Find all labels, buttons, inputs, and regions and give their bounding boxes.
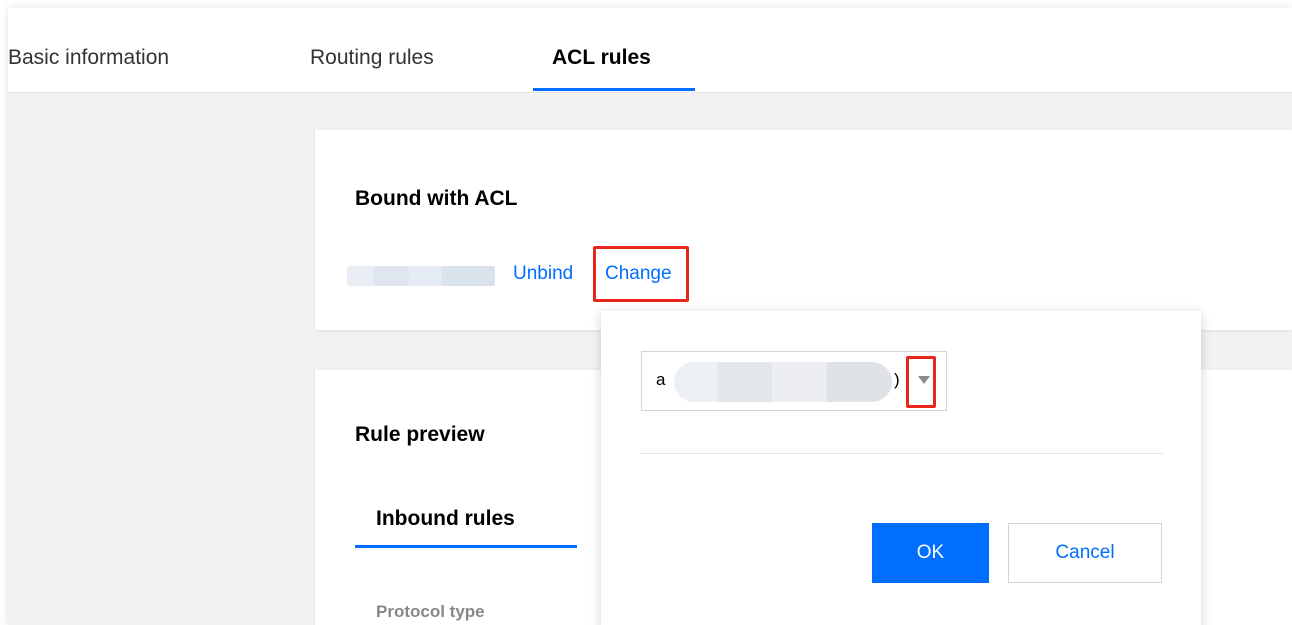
rule-preview-title: Rule preview xyxy=(355,423,485,446)
tab-basic-information[interactable]: Basic information xyxy=(8,46,169,70)
unbind-link[interactable]: Unbind xyxy=(513,263,573,285)
popover-divider xyxy=(641,453,1163,454)
acl-select-suffix: ) xyxy=(894,370,900,389)
bound-acl-title: Bound with ACL xyxy=(355,187,518,210)
cancel-button[interactable]: Cancel xyxy=(1008,523,1162,583)
ok-button[interactable]: OK xyxy=(872,523,989,583)
acl-select-value xyxy=(674,362,892,402)
bound-acl-name xyxy=(347,266,495,286)
tab-bar: Basic information Routing rules ACL rule… xyxy=(8,8,1292,93)
protocol-type-label: Protocol type xyxy=(376,602,485,621)
bound-acl-card: Bound with ACL Unbind Change xyxy=(315,130,1292,330)
tab-routing-rules[interactable]: Routing rules xyxy=(310,46,434,70)
inbound-tab-indicator xyxy=(355,545,577,548)
tab-acl-rules[interactable]: ACL rules xyxy=(552,46,651,70)
tab-inbound-rules[interactable]: Inbound rules xyxy=(376,507,515,531)
change-highlight-box xyxy=(593,246,689,302)
acl-select-prefix: a xyxy=(656,370,666,389)
acl-page: Basic information Routing rules ACL rule… xyxy=(8,8,1292,625)
caret-highlight-box xyxy=(906,356,936,408)
acl-select[interactable]: a ) xyxy=(641,351,947,411)
change-acl-popover: a ) OK Cancel xyxy=(601,311,1201,625)
active-tab-indicator xyxy=(533,88,695,91)
